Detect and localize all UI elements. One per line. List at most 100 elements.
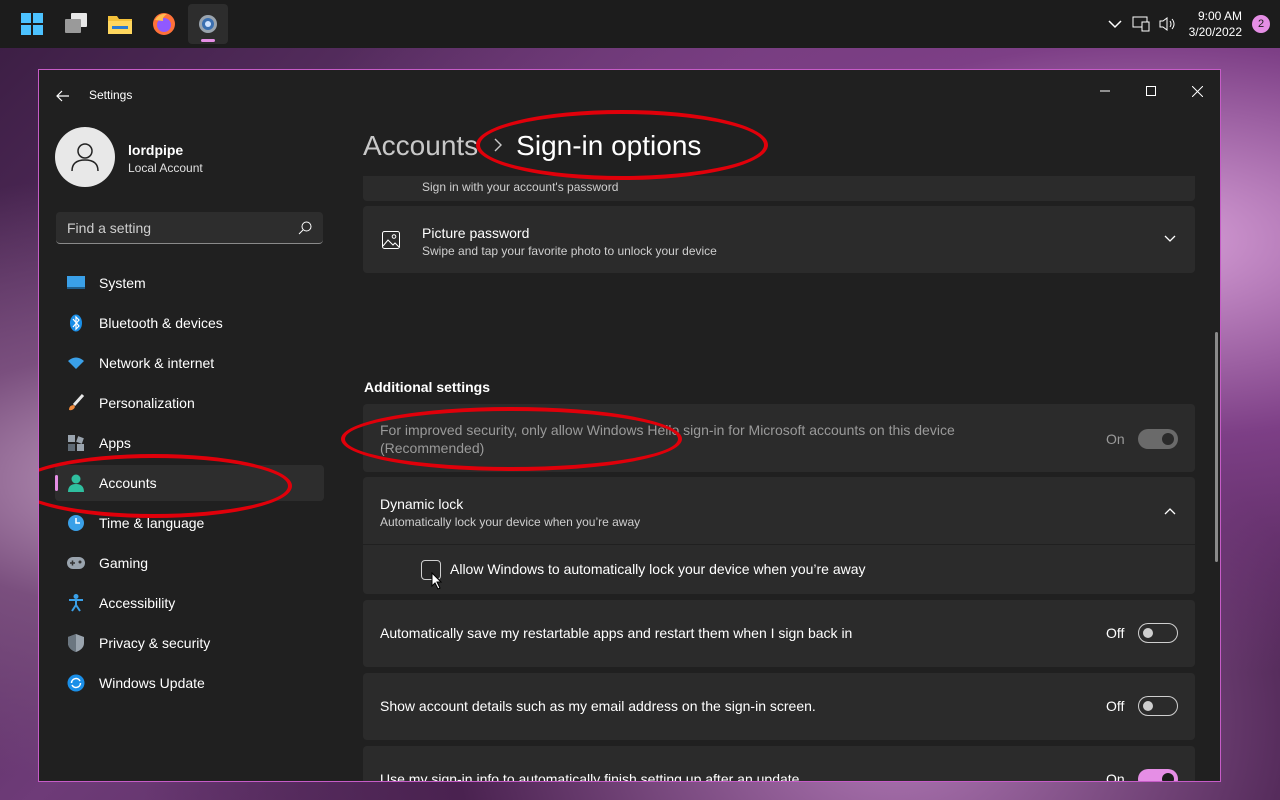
page-title: Sign-in options — [516, 130, 702, 161]
maximize-button[interactable] — [1128, 76, 1174, 106]
scrollbar[interactable] — [1215, 332, 1218, 562]
dynamic-lock-subtitle: Automatically lock your device when you’… — [380, 515, 641, 529]
password-subtitle: Sign in with your account's password — [422, 180, 619, 194]
chevron-up-icon[interactable] — [1164, 507, 1176, 515]
signin-info-card[interactable]: Use my sign-in info to automatically fin… — [363, 746, 1195, 782]
password-card[interactable]: Sign in with your account's password — [363, 176, 1195, 201]
picture-icon — [382, 231, 400, 249]
wifi-icon — [67, 354, 85, 372]
minimize-button[interactable] — [1082, 76, 1128, 106]
search-placeholder: Find a setting — [67, 220, 152, 236]
profile-account-type: Local Account — [128, 161, 203, 175]
back-button[interactable] — [51, 84, 75, 108]
folder-icon — [108, 16, 132, 34]
chevron-down-icon[interactable] — [1164, 235, 1176, 243]
sidebar-item-label: Apps — [99, 435, 131, 451]
sidebar-item-network[interactable]: Network & internet — [55, 345, 324, 381]
settings-app-button[interactable] — [188, 4, 228, 44]
firefox-button[interactable] — [144, 4, 184, 44]
picture-password-subtitle: Swipe and tap your favorite photo to unl… — [422, 244, 717, 258]
restart-apps-toggle[interactable] — [1138, 623, 1178, 643]
sidebar-item-bluetooth[interactable]: Bluetooth & devices — [55, 305, 324, 341]
search-icon[interactable] — [297, 220, 313, 236]
system-icon — [67, 274, 85, 292]
avatar — [55, 127, 115, 187]
sidebar-item-windows-update[interactable]: Windows Update — [55, 665, 324, 701]
gamepad-icon — [67, 554, 85, 572]
restart-apps-card[interactable]: Automatically save my restartable apps a… — [363, 600, 1195, 667]
profile-name: lordpipe — [128, 142, 184, 158]
hello-only-state: On — [1106, 431, 1125, 447]
taskbar: 9:00 AM 3/20/2022 2 — [0, 0, 1280, 48]
signin-info-title: Use my sign-in info to automatically fin… — [380, 771, 800, 782]
breadcrumb: Accounts Sign-in options — [363, 126, 701, 166]
hello-only-title-2: (Recommended) — [380, 440, 485, 456]
search-input[interactable]: Find a setting — [56, 212, 323, 244]
clock[interactable]: 9:00 AM 3/20/2022 — [1189, 8, 1242, 40]
dynamic-lock-checkbox-label[interactable]: Allow Windows to automatically lock your… — [450, 561, 866, 577]
sidebar-item-label: Time & language — [99, 515, 205, 531]
account-details-toggle[interactable] — [1138, 696, 1178, 716]
firefox-icon — [153, 13, 175, 35]
account-details-title: Show account details such as my email ad… — [380, 698, 816, 714]
sidebar-nav: System Bluetooth & devices Network & int… — [55, 265, 324, 705]
task-view-button[interactable] — [56, 4, 96, 44]
notification-badge[interactable]: 2 — [1252, 15, 1270, 33]
picture-password-card[interactable]: Picture password Swipe and tap your favo… — [363, 206, 1195, 273]
sidebar-item-accessibility[interactable]: Accessibility — [55, 585, 324, 621]
chevron-up-icon[interactable] — [1103, 12, 1127, 36]
shield-icon — [67, 634, 85, 652]
sidebar-item-time-language[interactable]: Time & language — [55, 505, 324, 541]
accessibility-icon — [67, 594, 85, 612]
window-title: Settings — [89, 88, 133, 102]
sidebar-item-personalization[interactable]: Personalization — [55, 385, 324, 421]
restart-apps-title: Automatically save my restartable apps a… — [380, 625, 853, 641]
close-button[interactable] — [1174, 76, 1220, 106]
file-explorer-button[interactable] — [100, 4, 140, 44]
hello-only-toggle — [1138, 429, 1178, 449]
sidebar-item-label: Accessibility — [99, 595, 176, 611]
settings-window: Settings lordpipe Local Account Find a s… — [38, 69, 1221, 782]
sidebar-item-label: Gaming — [99, 555, 149, 571]
maximize-icon — [1146, 86, 1156, 96]
volume-icon[interactable] — [1155, 12, 1179, 36]
hello-only-title: For improved security, only allow Window… — [380, 422, 955, 438]
apps-icon — [67, 434, 85, 452]
sidebar-item-label: Accounts — [99, 475, 157, 491]
arrow-left-icon — [56, 90, 69, 102]
signin-info-toggle[interactable] — [1138, 769, 1178, 781]
update-icon — [67, 674, 85, 692]
sidebar-item-gaming[interactable]: Gaming — [55, 545, 324, 581]
additional-settings-heading: Additional settings — [364, 379, 490, 395]
gear-icon — [199, 15, 217, 33]
system-tray: 9:00 AM 3/20/2022 2 — [1103, 0, 1280, 48]
dynamic-lock-card[interactable]: Dynamic lock Automatically lock your dev… — [363, 477, 1195, 544]
start-button[interactable] — [12, 4, 52, 44]
minimize-icon — [1100, 90, 1110, 92]
clock-date: 3/20/2022 — [1188, 25, 1242, 39]
sidebar-item-label: System — [99, 275, 146, 291]
sidebar-item-system[interactable]: System — [55, 265, 324, 301]
restart-apps-state: Off — [1106, 625, 1125, 641]
clock-icon — [67, 514, 85, 532]
task-view-icon — [65, 13, 87, 33]
brush-icon — [67, 394, 85, 412]
sidebar-item-apps[interactable]: Apps — [55, 425, 324, 461]
mouse-cursor-icon — [431, 572, 443, 590]
sidebar-item-label: Network & internet — [99, 355, 215, 371]
profile-block[interactable]: lordpipe Local Account — [55, 127, 335, 189]
sidebar-item-privacy[interactable]: Privacy & security — [55, 625, 324, 661]
network-icon[interactable] — [1129, 12, 1153, 36]
picture-password-title: Picture password — [422, 225, 530, 241]
clock-time: 9:00 AM — [1197, 9, 1242, 23]
signin-info-state: On — [1106, 771, 1125, 782]
close-icon — [1191, 85, 1203, 97]
dynamic-lock-expanded: Allow Windows to automatically lock your… — [363, 545, 1195, 594]
hello-only-card: For improved security, only allow Window… — [363, 404, 1195, 472]
sidebar-item-accounts[interactable]: Accounts — [55, 465, 324, 501]
account-details-card[interactable]: Show account details such as my email ad… — [363, 673, 1195, 740]
sidebar-item-label: Privacy & security — [99, 635, 211, 651]
chevron-right-icon — [494, 135, 503, 158]
dynamic-lock-title: Dynamic lock — [380, 496, 464, 512]
breadcrumb-parent[interactable]: Accounts — [363, 130, 478, 162]
